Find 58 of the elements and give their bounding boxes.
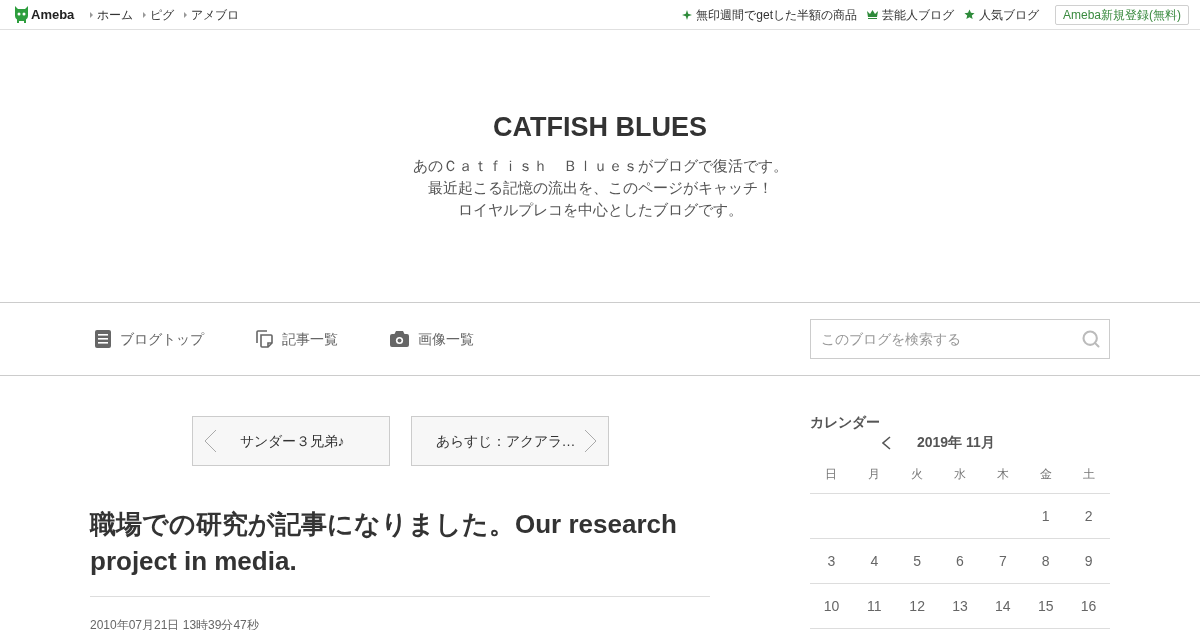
star-icon xyxy=(964,9,975,20)
calendar-day: 7 xyxy=(998,550,1007,572)
calendar-heading: カレンダー xyxy=(810,414,881,430)
chevron-right-icon xyxy=(583,429,597,453)
article-title: 職場での研究が記事になりました。Our research project in media. xyxy=(90,506,710,597)
blog-nav-link[interactable]: 画像一覧 xyxy=(390,328,474,350)
calendar-day: 10 xyxy=(823,595,840,617)
calendar-day: 4 xyxy=(870,550,879,572)
crown-icon xyxy=(867,10,878,19)
weekday-label: 火 xyxy=(911,466,924,483)
calendar-day: 3 xyxy=(827,550,836,572)
weekday-label: 日 xyxy=(825,466,838,483)
calendar-day: 14 xyxy=(995,595,1011,617)
calendar-day: 6 xyxy=(956,550,964,572)
promo-link[interactable]: 芸能人ブログ xyxy=(867,5,954,24)
next-post-button[interactable]: あらすじ：アクアラ… xyxy=(410,416,609,466)
previous-post-button[interactable]: サンダー３兄弟♪ xyxy=(191,416,390,466)
calendar-day: 1 xyxy=(1041,505,1050,527)
sparkle-icon xyxy=(682,9,693,20)
creature-logo-icon xyxy=(14,6,29,23)
search-icon xyxy=(1081,329,1101,349)
calendar-day: 16 xyxy=(1080,595,1097,617)
blog-description: あのＣａｔｆｉｓｈ Ｂｌｕｅｓがブログで復活です。 最近起こる記憶の流出を、このページがキャッチ！ ロイヤルプレコを中心としたブログです。 xyxy=(412,156,788,220)
calendar-day: 12 xyxy=(909,595,925,617)
weekday-label: 金 xyxy=(1039,466,1052,483)
signup-button[interactable]: Ameba新規登録(無料) xyxy=(1055,4,1189,25)
pages-icon xyxy=(256,330,273,348)
search-field[interactable]: このブログを検索する xyxy=(810,319,1110,359)
chevron-left-icon xyxy=(882,435,891,450)
article-date: 2010年07月21日 13時39分47秒 xyxy=(90,617,260,630)
weekday-label: 土 xyxy=(1082,466,1095,483)
weekday-label: 木 xyxy=(996,466,1009,483)
nav-link[interactable]: アメブロ xyxy=(184,5,240,24)
caret-right-icon xyxy=(90,11,94,18)
previous-month-button[interactable] xyxy=(882,435,891,450)
calendar-day: 13 xyxy=(952,595,968,617)
promo-link[interactable]: 人気ブログ xyxy=(964,5,1039,24)
blog-nav-link[interactable]: ブログトップ xyxy=(95,328,204,350)
chevron-left-icon xyxy=(203,429,217,453)
ameba-logo[interactable]: Ameba xyxy=(14,4,75,25)
nav-link[interactable]: ホーム xyxy=(90,5,134,24)
calendar-day: 15 xyxy=(1037,595,1054,617)
caret-right-icon xyxy=(184,11,188,18)
calendar-day: 11 xyxy=(867,595,882,617)
weekday-label: 月 xyxy=(868,466,881,483)
camera-icon xyxy=(390,331,409,347)
blog-title: CATFISH BLUES xyxy=(493,111,707,143)
calendar-day: 9 xyxy=(1084,550,1093,572)
nav-link[interactable]: ピグ xyxy=(143,5,175,24)
weekday-label: 水 xyxy=(954,466,966,483)
blog-nav-link[interactable]: 記事一覧 xyxy=(256,328,338,350)
calendar-day: 8 xyxy=(1041,550,1050,572)
document-icon xyxy=(95,330,111,348)
calendar-month: 2019年 11月 xyxy=(917,433,995,452)
caret-right-icon xyxy=(143,11,147,18)
calendar-day: 2 xyxy=(1084,505,1093,527)
promo-link[interactable]: 無印週間でgetした半額の商品 xyxy=(682,5,857,24)
calendar-day: 5 xyxy=(913,550,922,572)
